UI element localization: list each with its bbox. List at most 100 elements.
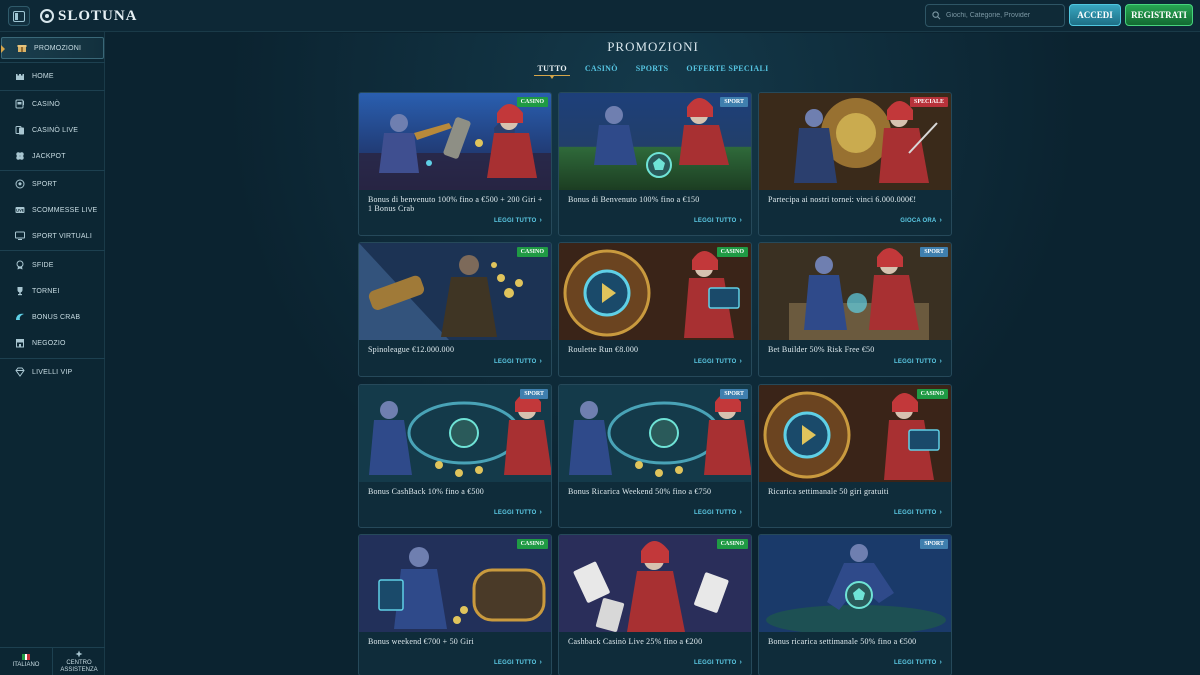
sidebar-item-jackpot[interactable]: JACKPOT (0, 145, 105, 167)
sidebar-divider (0, 358, 105, 359)
support-icon (75, 650, 83, 658)
promo-card[interactable]: SPORT Bonus CashBack 10% fino a €500 LEG… (358, 384, 552, 528)
chevron-right-icon: › (939, 358, 942, 365)
search-input[interactable] (946, 12, 1061, 19)
shop-icon (15, 338, 25, 348)
sidebar-divider (0, 250, 105, 251)
promo-card[interactable]: SPORT Bonus di Benvenuto 100% fino a €15… (558, 92, 752, 236)
chevron-right-icon: › (939, 217, 942, 224)
chevron-right-icon: › (539, 509, 542, 516)
chevron-right-icon: › (739, 659, 742, 666)
sidebar-item-negozio[interactable]: NEGOZIO (0, 332, 105, 354)
promo-image (559, 385, 751, 482)
promo-cta-link[interactable]: LEGGI TUTTO › (694, 217, 742, 224)
sidebar-item-tornei[interactable]: TORNEI (0, 280, 105, 302)
promo-title: Partecipa ai nostri tornei: vinci 6.000.… (768, 195, 917, 204)
promo-cta-link[interactable]: GIOCA ORA › (900, 217, 942, 224)
top-bar: SLOTUNA ACCEDI REGISTRATI (0, 0, 1200, 32)
promo-image (759, 535, 951, 632)
sidebar-item-bonus-crab[interactable]: BONUS CRAB (0, 306, 105, 328)
promo-cta-link[interactable]: LEGGI TUTTO › (494, 509, 542, 516)
chevron-right-icon: › (539, 659, 542, 666)
promo-title: Bonus di Benvenuto 100% fino a €150 (568, 195, 700, 204)
sidebar-item-sport-virtuali[interactable]: SPORT VIRTUALI (0, 225, 105, 247)
register-button[interactable]: REGISTRATI (1125, 4, 1193, 26)
login-button[interactable]: ACCEDI (1069, 4, 1121, 26)
sidebar-item-label: LIVELLI VIP (32, 368, 73, 376)
promo-card[interactable]: CASINO Spinoleague €12.000.000 LEGGI TUT… (358, 242, 552, 377)
promo-card[interactable]: SPORT Bonus ricarica settimanale 50% fin… (758, 534, 952, 675)
sidebar-item-label: SPORT VIRTUALI (32, 232, 92, 240)
promo-title: Bonus ricarica settimanale 50% fino a €5… (768, 637, 917, 646)
sidebar-item-sport[interactable]: SPORT (0, 173, 105, 195)
category-badge: CASINO (716, 539, 748, 549)
search-box[interactable] (925, 4, 1065, 27)
promo-cta-link[interactable]: LEGGI TUTTO › (494, 659, 542, 666)
logo-mark-icon (40, 9, 54, 23)
promo-cta-link[interactable]: LEGGI TUTTO › (894, 509, 942, 516)
category-badge: SPORT (520, 389, 548, 399)
promo-card[interactable]: CASINO Cashback Casinò Live 25% fino a €… (558, 534, 752, 675)
promo-card[interactable]: CASINO Ricarica settimanale 50 giri grat… (758, 384, 952, 528)
live-tv-icon: LIVE (15, 205, 25, 215)
promo-card[interactable]: CASINO Bonus di benvenuto 100% fino a €5… (358, 92, 552, 236)
category-badge: CASINO (516, 539, 548, 549)
category-badge: CASINO (516, 97, 548, 107)
promo-cta-link[interactable]: LEGGI TUTTO › (894, 659, 942, 666)
promo-card[interactable]: SPECIALE Partecipa ai nostri tornei: vin… (758, 92, 952, 236)
promo-cta-label: GIOCA ORA (900, 217, 937, 224)
promo-tabs: TUTTO CASINÒ SPORTS OFFERTE SPECIALI (106, 64, 1200, 79)
chevron-right-icon: › (939, 659, 942, 666)
crab-claw-icon (15, 312, 25, 322)
main-content: PROMOZIONI TUTTO CASINÒ SPORTS OFFERTE S… (106, 33, 1200, 675)
promo-image (759, 93, 951, 190)
category-badge: CASINO (516, 247, 548, 257)
promo-cta-label: LEGGI TUTTO (494, 358, 537, 365)
search-icon (932, 11, 941, 20)
logo[interactable]: SLOTUNA (40, 6, 138, 26)
promo-card[interactable]: CASINO Roulette Run €8.000 LEGGI TUTTO › (558, 242, 752, 377)
live-cards-icon (15, 125, 25, 135)
promo-title: Cashback Casinò Live 25% fino a €200 (568, 637, 703, 646)
promo-card[interactable]: CASINO Bonus weekend €700 + 50 Giri LEGG… (358, 534, 552, 675)
promo-cta-link[interactable]: LEGGI TUTTO › (694, 509, 742, 516)
promo-cta-link[interactable]: LEGGI TUTTO › (494, 217, 542, 224)
sidebar-item-label: HOME (32, 72, 54, 80)
promo-title: Bet Builder 50% Risk Free €50 (768, 345, 875, 354)
promo-card[interactable]: SPORT Bonus Ricarica Weekend 50% fino a … (558, 384, 752, 528)
sidebar-toggle-icon (13, 10, 25, 22)
ball-icon (15, 179, 25, 189)
promo-image (559, 243, 751, 340)
chevron-right-icon: › (739, 509, 742, 516)
promo-title: Ricarica settimanale 50 giri gratuiti (768, 487, 889, 496)
sidebar-item-promozioni[interactable]: PROMOZIONI (1, 37, 104, 59)
tab-casino[interactable]: CASINÒ (576, 64, 627, 73)
sidebar-item-casino[interactable]: CASINÒ (0, 93, 105, 115)
promo-cta-link[interactable]: LEGGI TUTTO › (694, 659, 742, 666)
promo-image (359, 93, 551, 190)
sidebar-item-home[interactable]: HOME (0, 65, 105, 87)
sidebar-item-casino-live[interactable]: CASINÒ LIVE (0, 119, 105, 141)
sidebar-divider (0, 62, 105, 63)
sidebar-toggle-button[interactable] (8, 6, 30, 26)
category-badge: SPORT (720, 389, 748, 399)
sidebar-item-scommesse-live[interactable]: LIVE SCOMMESSE LIVE (0, 199, 105, 221)
support-center-link[interactable]: CENTRO ASSISTENZA (52, 648, 105, 675)
sidebar-item-label: JACKPOT (32, 152, 66, 160)
promo-title: Roulette Run €8.000 (568, 345, 639, 354)
italy-flag-icon (22, 654, 31, 661)
promo-cta-link[interactable]: LEGGI TUTTO › (894, 358, 942, 365)
tab-sports[interactable]: SPORTS (627, 64, 678, 73)
sidebar-item-sfide[interactable]: SFIDE (0, 254, 105, 276)
sidebar-divider (0, 170, 105, 171)
sidebar-item-livelli-vip[interactable]: LIVELLI VIP (0, 361, 105, 383)
tab-offerte-speciali[interactable]: OFFERTE SPECIALI (677, 64, 777, 73)
promo-card[interactable]: SPORT Bet Builder 50% Risk Free €50 LEGG… (758, 242, 952, 377)
tab-tutto[interactable]: TUTTO (528, 64, 575, 79)
language-selector[interactable]: ITALIANO (0, 648, 52, 675)
promo-cta-label: LEGGI TUTTO (694, 358, 737, 365)
slot-machine-icon (15, 99, 25, 109)
promo-cta-link[interactable]: LEGGI TUTTO › (694, 358, 742, 365)
promo-cta-link[interactable]: LEGGI TUTTO › (494, 358, 542, 365)
promo-image (359, 243, 551, 340)
